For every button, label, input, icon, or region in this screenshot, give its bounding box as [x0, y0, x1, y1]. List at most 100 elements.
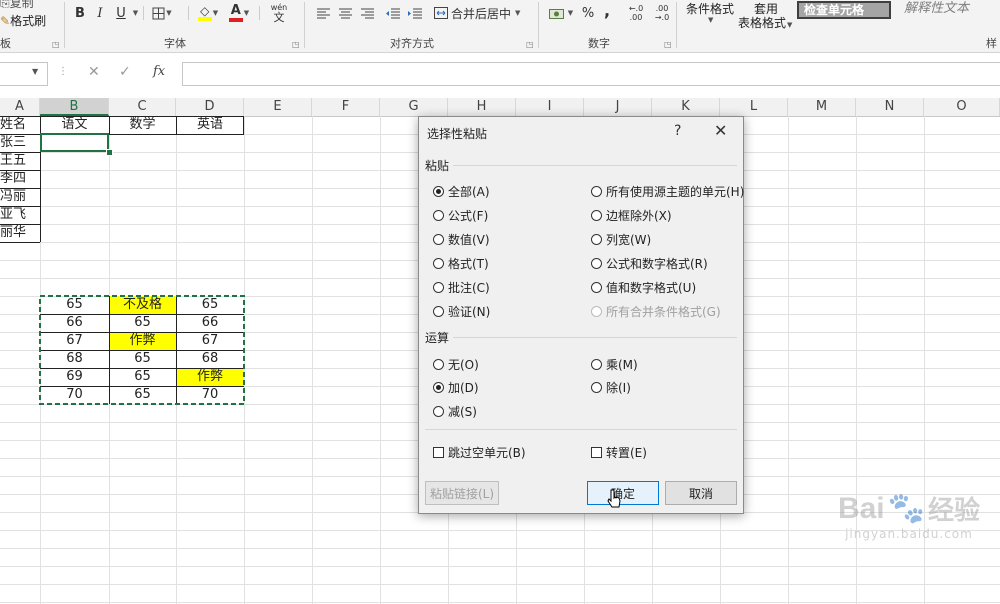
fill-color-button[interactable]: ◇ ▼: [195, 2, 221, 24]
active-cell-b2[interactable]: [40, 133, 109, 152]
decrease-decimal-button[interactable]: .00 →.0: [650, 3, 674, 23]
paste-validation-radio[interactable]: 验证(N): [433, 303, 490, 320]
formula-input[interactable]: [182, 62, 1000, 86]
column-header-m[interactable]: M: [788, 98, 856, 116]
cell-c1[interactable]: 数学: [109, 116, 176, 134]
splitter-dots-icon[interactable]: ⋮: [58, 66, 68, 77]
accounting-format-button[interactable]: ▼: [546, 3, 576, 23]
watermark-url: jingyan.baidu.com: [845, 527, 973, 541]
column-header-b[interactable]: B: [40, 98, 109, 116]
bold-button[interactable]: B: [72, 4, 88, 22]
cell-a1[interactable]: 姓名: [0, 116, 40, 134]
cell-d1[interactable]: 英语: [176, 116, 244, 134]
paste-formulas-radio[interactable]: 公式(F): [433, 207, 488, 224]
name-box[interactable]: [0, 62, 48, 86]
percent-button[interactable]: %: [580, 3, 596, 23]
paste-link-button[interactable]: 粘贴链接(L): [425, 481, 499, 505]
cell-b1[interactable]: 语文: [40, 116, 109, 134]
column-header-c[interactable]: C: [109, 98, 176, 116]
name-box-dropdown-icon[interactable]: ▼: [32, 67, 38, 76]
decrease-decimal-icon: .00: [655, 4, 669, 13]
column-header-h[interactable]: H: [448, 98, 516, 116]
paste-formulas-numbers-radio[interactable]: 公式和数字格式(R): [591, 255, 708, 272]
alignment-launcher-icon[interactable]: ◳: [526, 40, 534, 49]
column-header-g[interactable]: G: [380, 98, 448, 116]
italic-button[interactable]: I: [92, 4, 108, 22]
underline-dropdown[interactable]: ▼: [130, 4, 140, 22]
accounting-icon: [548, 8, 564, 19]
paste-values-radio[interactable]: 数值(V): [433, 231, 490, 248]
table-border: [0, 242, 40, 243]
number-launcher-icon[interactable]: ◳: [664, 40, 672, 49]
paste-all-radio[interactable]: 全部(A): [433, 183, 490, 200]
cell-a7[interactable]: 丽华: [0, 224, 40, 242]
cancel-button[interactable]: 取消: [665, 481, 737, 505]
column-header-d[interactable]: D: [176, 98, 244, 116]
styles-group-label: 样: [986, 37, 997, 50]
skip-blanks-checkbox[interactable]: 跳过空单元(B): [433, 444, 526, 461]
column-header-j[interactable]: J: [584, 98, 652, 116]
column-header-row: A B C D E F G H I J K L M N O: [0, 98, 1000, 117]
column-header-k[interactable]: K: [652, 98, 720, 116]
font-color-button[interactable]: A ▼: [226, 2, 252, 24]
divider: [188, 6, 189, 20]
table-border: [0, 188, 40, 189]
paste-values-numbers-radio[interactable]: 值和数字格式(U): [591, 279, 696, 296]
ok-button[interactable]: 确定: [587, 481, 659, 505]
paste-formats-radio[interactable]: 格式(T): [433, 255, 489, 272]
paste-comments-radio[interactable]: 批注(C): [433, 279, 490, 296]
check-cell-style[interactable]: 检查单元格: [797, 1, 891, 19]
copy-button[interactable]: ⎘复制: [0, 0, 34, 11]
format-painter-button[interactable]: ✎格式刷: [0, 12, 46, 29]
fill-handle[interactable]: [106, 149, 113, 156]
gridline-horizontal: [0, 584, 1000, 585]
increase-indent-button[interactable]: [406, 4, 424, 22]
op-multiply-radio[interactable]: 乘(M): [591, 356, 638, 373]
align-right-button[interactable]: [358, 4, 376, 22]
op-divide-radio[interactable]: 除(I): [591, 379, 631, 396]
align-right-icon: [360, 8, 374, 18]
conditional-format-dropdown[interactable]: ▼: [708, 16, 713, 24]
font-launcher-icon[interactable]: ◳: [292, 40, 300, 49]
explanatory-text-style[interactable]: 解释性文本: [898, 1, 1000, 19]
cell-a2[interactable]: 张三: [0, 134, 40, 152]
help-icon[interactable]: ?: [674, 123, 681, 139]
increase-decimal-button[interactable]: ←.0.00: [624, 3, 648, 23]
op-none-radio[interactable]: 无(O): [433, 356, 479, 373]
op-add-radio[interactable]: 加(D): [433, 379, 479, 396]
column-header-a[interactable]: A: [0, 98, 40, 116]
decrease-indent-button[interactable]: [384, 4, 402, 22]
comma-button[interactable]: ,: [600, 0, 614, 20]
align-left-button[interactable]: [314, 4, 332, 22]
column-header-l[interactable]: L: [720, 98, 788, 116]
paste-column-widths-radio[interactable]: 列宽(W): [591, 231, 651, 248]
conditional-format-button[interactable]: 条件格式: [686, 0, 734, 17]
column-header-f[interactable]: F: [312, 98, 380, 116]
format-as-table-button[interactable]: 表格格式▼: [738, 14, 792, 31]
column-header-e[interactable]: E: [244, 98, 312, 116]
phonetic-button[interactable]: wén 文: [266, 2, 292, 24]
close-icon[interactable]: ✕: [714, 121, 727, 140]
cancel-entry-icon[interactable]: ✕: [88, 64, 100, 80]
paste-merge-conditional-radio: 所有合并条件格式(G): [591, 303, 721, 320]
border-button[interactable]: ▼: [150, 4, 174, 22]
cell-a3[interactable]: 王五: [0, 152, 40, 170]
align-center-button[interactable]: [336, 4, 354, 22]
transpose-checkbox[interactable]: 转置(E): [591, 444, 647, 461]
cell-a6[interactable]: 亚飞: [0, 206, 40, 224]
ribbon: ⎘复制 ✎格式刷 板 ◳ B I U ▼ ▼ ◇ ▼ A ▼ wén 文 字体 …: [0, 0, 1000, 53]
paste-no-borders-radio[interactable]: 边框除外(X): [591, 207, 672, 224]
insert-function-icon[interactable]: fx: [153, 64, 165, 79]
column-header-i[interactable]: I: [516, 98, 584, 116]
clipboard-launcher-icon[interactable]: ◳: [52, 40, 60, 49]
op-subtract-radio[interactable]: 减(S): [433, 403, 477, 420]
column-header-o[interactable]: O: [924, 98, 1000, 116]
paste-source-theme-radio[interactable]: 所有使用源主题的单元(H): [591, 183, 744, 200]
cell-a4[interactable]: 李四: [0, 170, 40, 188]
column-header-n[interactable]: N: [856, 98, 924, 116]
cell-a5[interactable]: 冯丽: [0, 188, 40, 206]
merge-center-button[interactable]: 合并后居中 ▼: [434, 3, 536, 23]
increase-decimal-icon: ←.0: [628, 4, 644, 13]
enter-entry-icon[interactable]: ✓: [119, 64, 131, 80]
underline-button[interactable]: U: [112, 4, 130, 22]
